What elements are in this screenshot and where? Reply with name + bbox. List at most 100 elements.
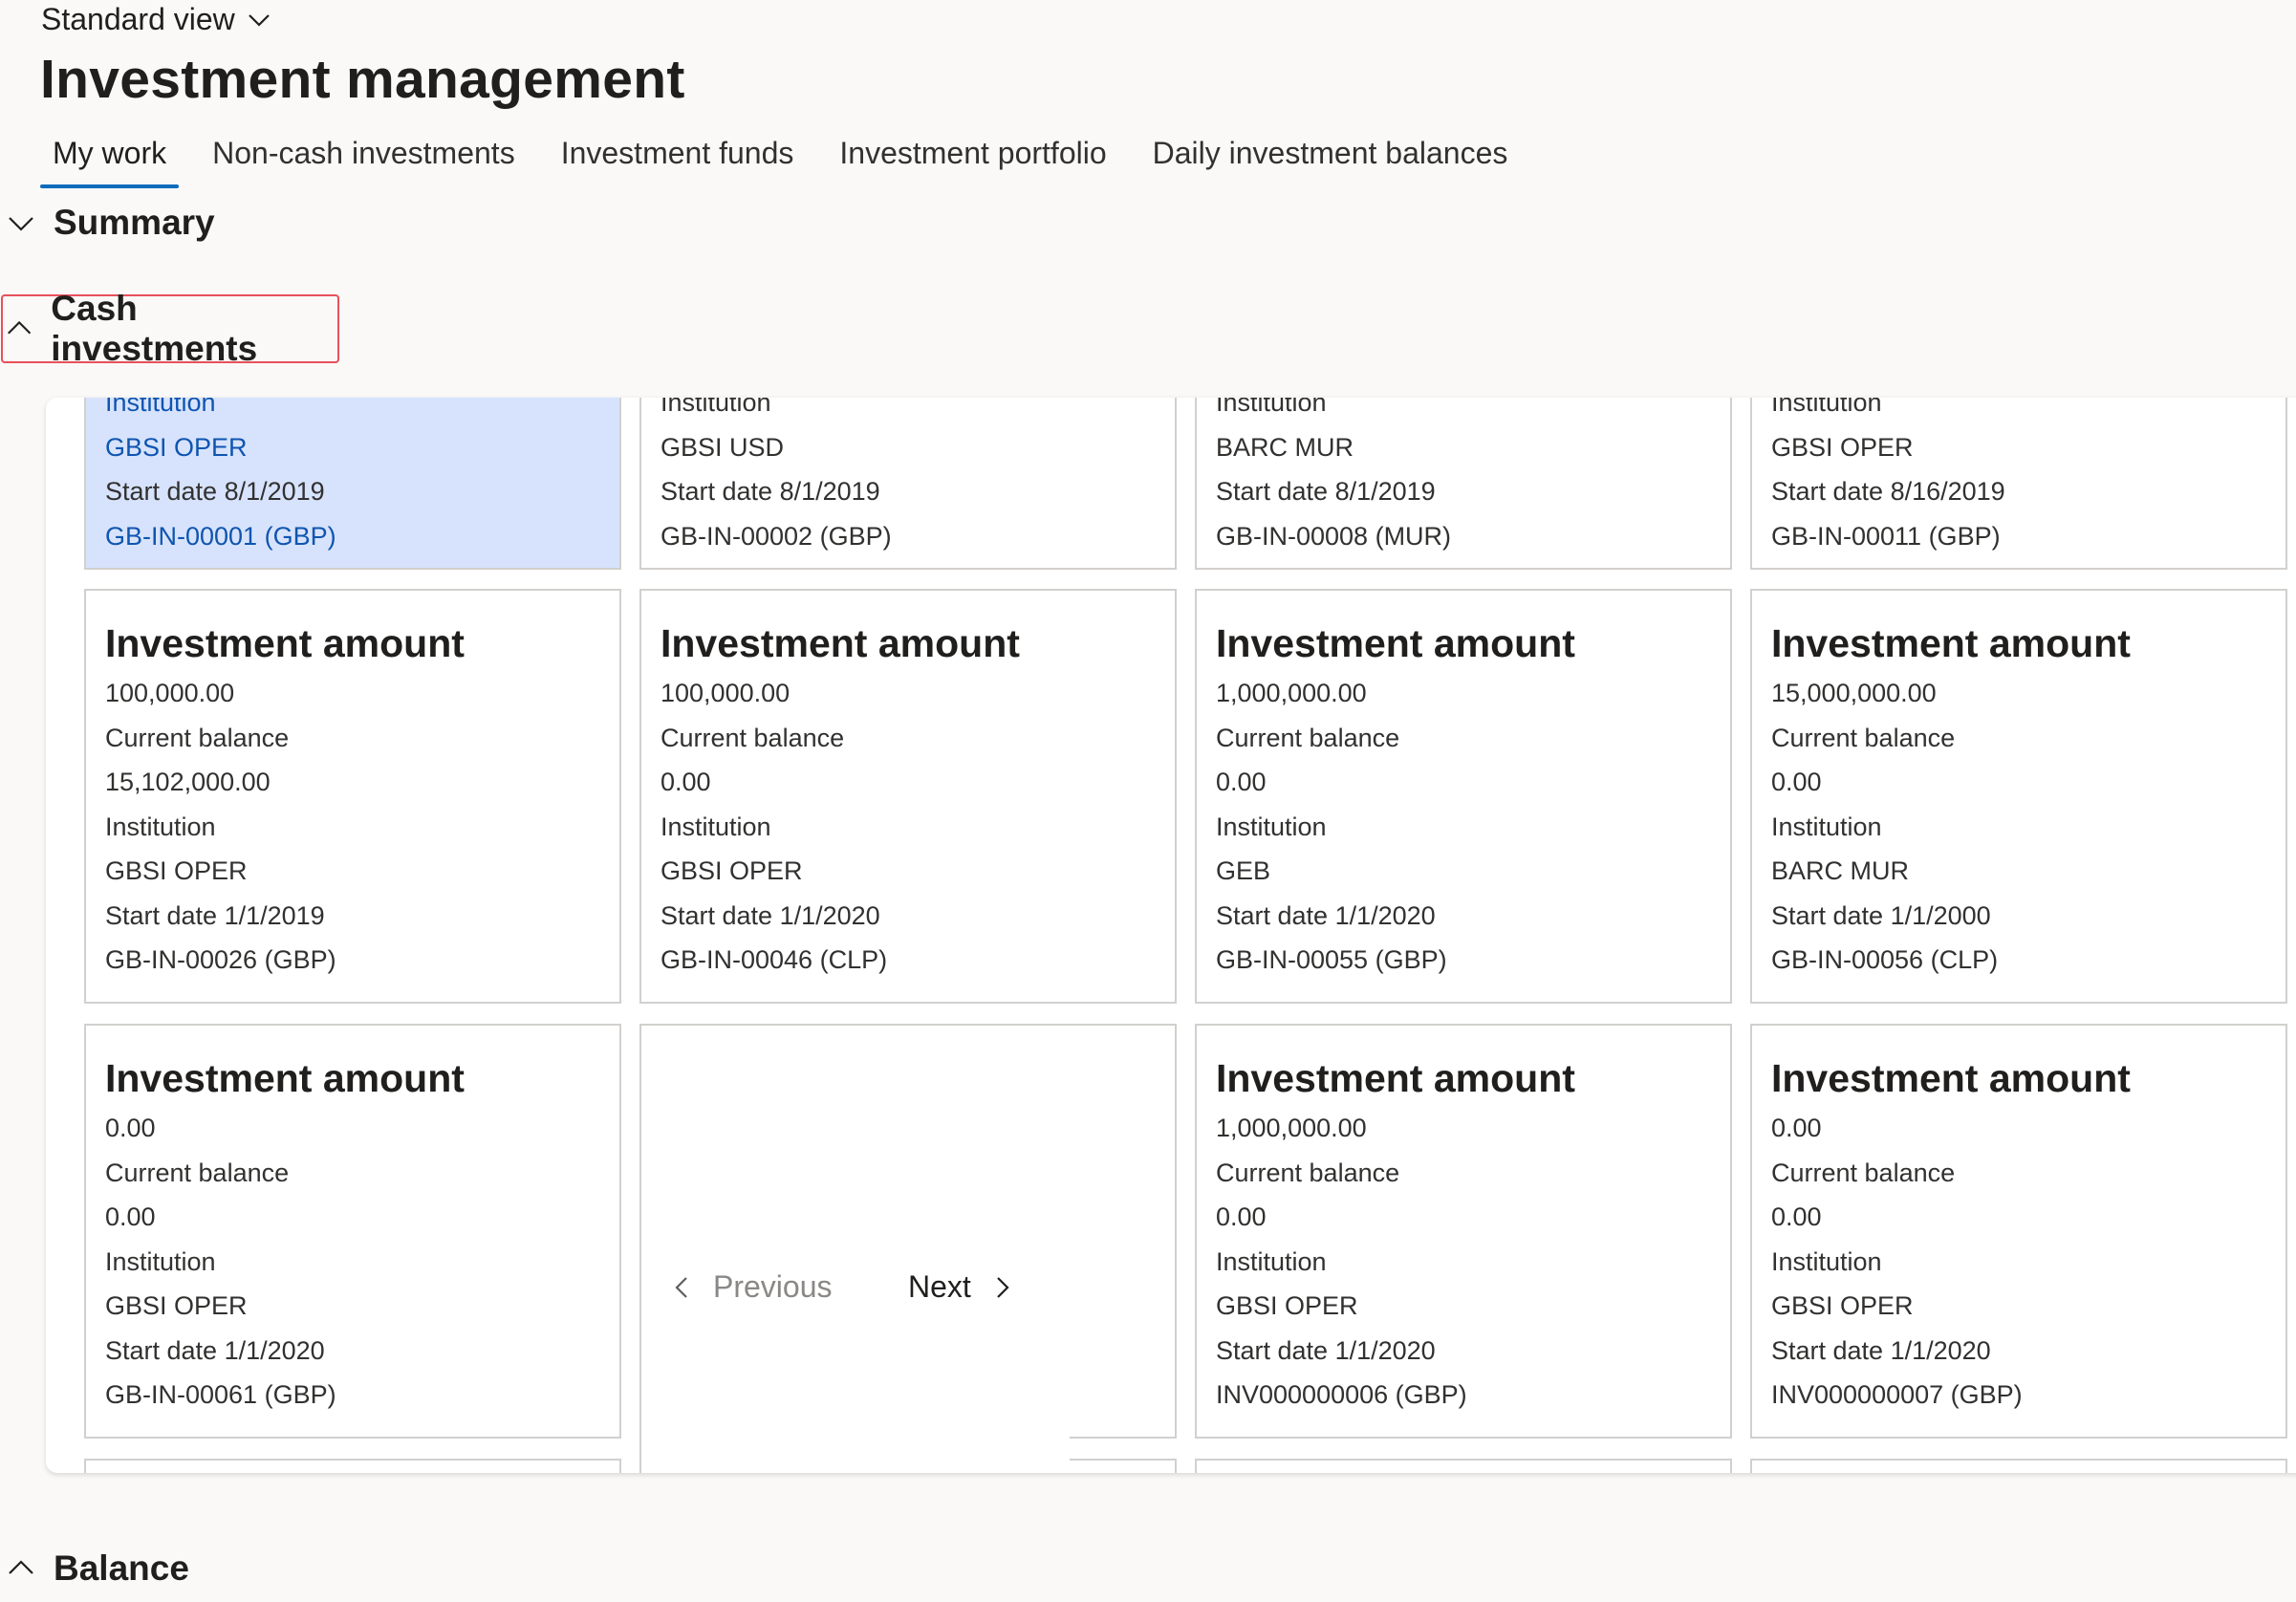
card-institution-label: Institution [105,812,216,841]
investment-card[interactable] [84,1459,621,1473]
card-start-date: Start date 1/1/2020 [1216,900,1436,930]
card-institution: GBSI OPER [661,856,803,885]
card-investment-id: INV000000007 (GBP) [1771,1380,2023,1409]
card-investment-id: GB-IN-00046 (CLP) [661,945,888,974]
card-amount: 0.00 [1771,1114,1822,1142]
card-balance: 0.00 [105,1202,156,1231]
tab-bar: My work Non-cash investments Investment … [40,130,1541,188]
tab-label: Investment portfolio [839,136,1107,170]
card-investment-id: GB-IN-00008 (MUR) [1216,521,1452,551]
card-amount: 100,000.00 [105,679,235,707]
card-balance-label: Current balance [1771,1158,1956,1187]
card-start-date: Start date 1/1/2020 [1771,1335,1991,1365]
card-investment-id: INV000000006 (GBP) [1216,1380,1467,1409]
chevron-right-icon [997,1276,1009,1298]
card-institution: GBSI OPER [105,1291,248,1320]
card-investment-id: GB-IN-00011 (GBP) [1771,521,2001,551]
card-investment-id: GB-IN-00061 (GBP) [105,1380,336,1409]
tab-label: My work [53,136,167,170]
summary-section-header[interactable]: Summary [6,203,215,243]
investment-card[interactable]: Investment amount 1,000,000.00 Current b… [1195,1024,1732,1439]
card-institution-label: Institution [1216,398,1327,417]
card-title: Investment amount [1771,621,2131,665]
pager-overlay [639,1024,1070,1473]
cash-investments-section-title: Cash investments [51,289,258,368]
next-page-button[interactable]: Next [908,1269,1015,1305]
investment-card[interactable]: Institution BARC MUR Start date 8/1/2019… [1195,398,1732,570]
investment-card[interactable]: Investment amount 0.00 Current balance 0… [1750,1024,2287,1439]
previous-page-button[interactable]: Previous [669,1269,833,1305]
card-balance: 15,102,000.00 [105,768,271,796]
card-start-date: Start date 8/1/2019 [661,477,880,506]
card-balance-label: Current balance [105,1158,290,1187]
card-title: Investment amount [105,621,465,665]
cash-investments-section-header[interactable]: Cash investments [1,289,339,368]
card-institution: GBSI OPER [105,856,248,885]
investment-card[interactable]: Institution GBSI OPER Start date 8/16/20… [1750,398,2287,570]
tab-my-work[interactable]: My work [40,130,180,188]
card-investment-id: GB-IN-00055 (GBP) [1216,945,1447,974]
card-start-date: Start date 1/1/2000 [1771,900,1991,930]
balance-section-header[interactable]: Balance [6,1548,189,1589]
card-institution-label: Institution [1771,1246,1882,1276]
investment-card[interactable]: Investment amount 15,000,000.00 Current … [1750,589,2287,1004]
investment-card[interactable]: Investment amount 0.00 Current balance 0… [84,1024,621,1439]
investment-card[interactable] [1195,1459,1732,1473]
cash-investments-panel: Institution GBSI OPER Start date 8/1/201… [46,398,2296,1473]
card-start-date: Start date 1/1/2019 [105,900,325,930]
card-institution: GBSI OPER [105,432,248,462]
card-amount: 1,000,000.00 [1216,1114,1367,1142]
tab-daily-investment-balances[interactable]: Daily investment balances [1140,130,1521,188]
tab-investment-funds[interactable]: Investment funds [549,130,807,188]
chevron-left-icon [675,1276,687,1298]
previous-label: Previous [713,1269,833,1304]
card-start-date: Start date 1/1/2020 [1216,1335,1436,1365]
tab-label: Investment funds [560,136,794,170]
card-institution-label: Institution [105,398,216,417]
view-selector-label: Standard view [41,2,235,36]
card-amount: 0.00 [105,1114,156,1142]
card-amount: 15,000,000.00 [1771,679,1937,707]
card-institution-label: Institution [1216,812,1327,841]
card-title: Investment amount [1216,621,1575,665]
investment-card[interactable] [1750,1459,2287,1473]
card-balance: 0.00 [1771,1202,1822,1231]
card-institution: BARC MUR [1216,432,1354,462]
card-start-date: Start date 1/1/2020 [661,900,880,930]
investment-card[interactable]: Investment amount 1,000,000.00 Current b… [1195,589,1732,1004]
card-start-date: Start date 1/1/2020 [105,1335,325,1365]
card-balance: 0.00 [1771,768,1822,796]
investment-card[interactable] [1070,1459,1177,1473]
investment-card[interactable]: Institution GBSI USD Start date 8/1/2019… [639,398,1177,570]
card-start-date: Start date 8/16/2019 [1771,477,2005,506]
investment-card[interactable]: Investment amount 100,000.00 Current bal… [639,589,1177,1004]
chevron-up-icon [9,1560,33,1574]
investment-card[interactable]: Institution GBSI OPER Start date 8/1/201… [84,398,621,570]
card-institution-label: Institution [1216,1246,1327,1276]
card-balance: 0.00 [661,768,711,796]
card-investment-id: GB-IN-00026 (GBP) [105,945,336,974]
card-start-date: Start date 8/1/2019 [105,477,325,506]
chevron-down-icon [249,13,270,27]
card-title: Investment amount [661,621,1020,665]
card-amount: 1,000,000.00 [1216,679,1367,707]
card-title: Investment amount [1771,1056,2131,1100]
card-institution-label: Institution [661,812,771,841]
chevron-down-icon [9,217,33,231]
balance-section-title: Balance [54,1548,189,1588]
tab-investment-portfolio[interactable]: Investment portfolio [827,130,1118,188]
view-selector[interactable]: Standard view [41,2,273,37]
tab-non-cash-investments[interactable]: Non-cash investments [200,130,528,188]
card-institution: GBSI OPER [1771,432,1914,462]
card-institution-label: Institution [1771,812,1882,841]
card-title: Investment amount [1216,1056,1575,1100]
chevron-up-icon [8,320,32,335]
card-balance-label: Current balance [105,723,290,752]
investment-card[interactable]: Investment amount 100,000.00 Current bal… [84,589,621,1004]
card-investment-id: GB-IN-00001 (GBP) [105,521,336,551]
card-balance-label: Current balance [661,723,845,752]
card-institution: BARC MUR [1771,856,1910,885]
card-amount: 100,000.00 [661,679,791,707]
card-start-date: Start date 8/1/2019 [1216,477,1436,506]
tab-label: Daily investment balances [1152,136,1508,170]
